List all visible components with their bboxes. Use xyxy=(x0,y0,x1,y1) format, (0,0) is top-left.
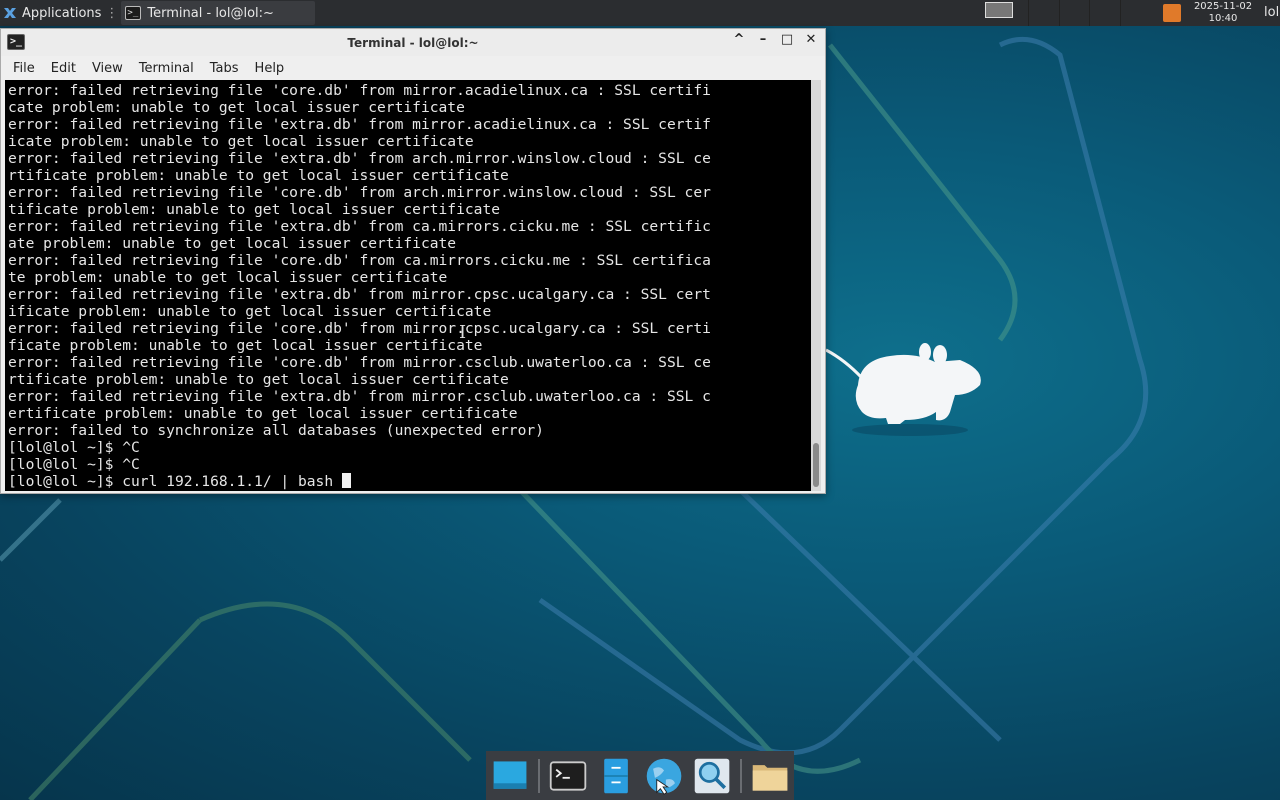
close-button[interactable]: ✕ xyxy=(803,32,819,47)
text-cursor xyxy=(341,473,351,488)
file-manager-icon[interactable] xyxy=(596,754,636,798)
dock-separator xyxy=(538,758,540,793)
user-menu[interactable]: lol xyxy=(1264,5,1279,20)
mouse-ibeam-icon: I xyxy=(459,322,467,343)
terminal-window: >_ Terminal - lol@lol:~ ^ – □ ✕ File Edi… xyxy=(0,28,826,494)
minimize-button[interactable]: – xyxy=(755,32,771,47)
menu-tabs[interactable]: Tabs xyxy=(202,61,247,76)
terminal-history: error: failed retrieving file 'core.db' … xyxy=(8,82,711,473)
terminal-scrollbar[interactable] xyxy=(811,80,821,491)
notification-tray-icon[interactable] xyxy=(1163,4,1181,22)
show-desktop-icon[interactable] xyxy=(490,754,530,798)
window-controls: ^ – □ ✕ xyxy=(731,32,819,47)
panel-launchers xyxy=(1028,0,1150,26)
panel-separator: ⋮ xyxy=(105,5,119,21)
terminal-icon: >_ xyxy=(125,6,142,20)
dock-separator xyxy=(740,758,742,793)
clock[interactable]: 2025-11-02 10:40 xyxy=(1190,0,1256,26)
web-browser-icon[interactable] xyxy=(644,754,684,798)
maximize-button[interactable]: □ xyxy=(779,32,795,47)
app-finder-icon[interactable] xyxy=(692,754,732,798)
scrollbar-thumb[interactable] xyxy=(813,443,819,487)
menu-edit[interactable]: Edit xyxy=(43,61,84,76)
menu-file[interactable]: File xyxy=(5,61,43,76)
terminal-icon[interactable] xyxy=(548,754,588,798)
dock xyxy=(486,751,794,800)
menu-bar: File Edit View Terminal Tabs Help xyxy=(1,56,825,80)
terminal-current-command[interactable]: curl 192.168.1.1/ | bash xyxy=(122,473,342,490)
menu-view[interactable]: View xyxy=(84,61,131,76)
clock-date: 2025-11-02 xyxy=(1193,1,1253,12)
clock-time: 10:40 xyxy=(1208,13,1238,24)
applications-menu[interactable]: Applications ⋮ xyxy=(0,0,119,26)
menu-help[interactable]: Help xyxy=(247,61,293,76)
taskbar-button-label: Terminal - lol@lol:~ xyxy=(147,5,274,21)
applications-label: Applications xyxy=(22,5,102,21)
top-panel: Applications ⋮ >_ Terminal - lol@lol:~ 2… xyxy=(0,0,1280,26)
window-title: Terminal - lol@lol:~ xyxy=(347,35,479,50)
home-folder-icon[interactable] xyxy=(750,754,790,798)
terminal-prompt: [lol@lol ~]$ xyxy=(8,473,123,490)
taskbar-button-terminal[interactable]: >_ Terminal - lol@lol:~ xyxy=(121,1,316,25)
shade-button[interactable]: ^ xyxy=(731,32,747,47)
terminal-text: error: failed retrieving file 'core.db' … xyxy=(5,80,821,490)
xfce-logo-icon xyxy=(4,8,16,18)
window-titlebar[interactable]: >_ Terminal - lol@lol:~ ^ – □ ✕ xyxy=(1,29,825,56)
workspace-switcher[interactable] xyxy=(985,2,1013,18)
menu-terminal[interactable]: Terminal xyxy=(131,61,202,76)
terminal-output-area[interactable]: error: failed retrieving file 'core.db' … xyxy=(5,80,821,491)
